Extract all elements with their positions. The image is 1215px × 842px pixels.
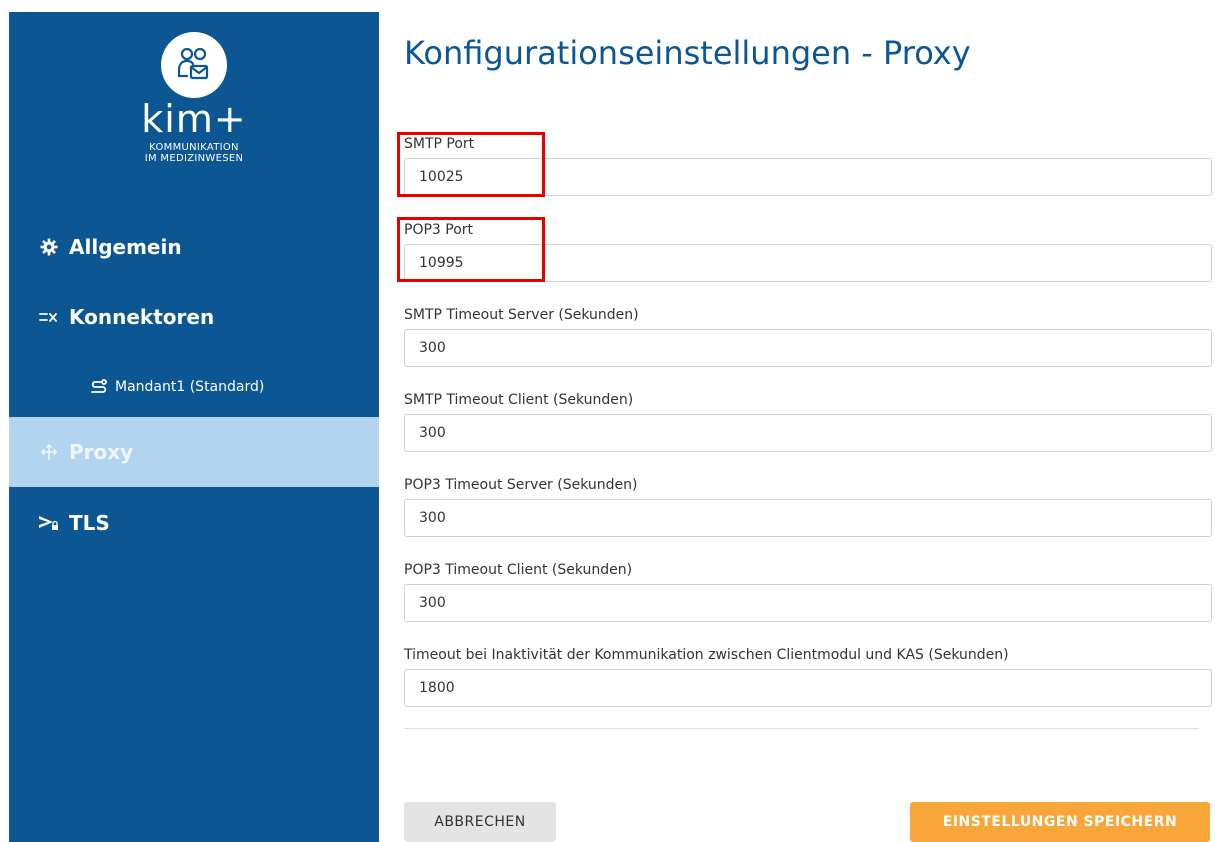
smtp-timeout-server-field: SMTP Timeout Server (Sekunden) <box>404 305 1214 367</box>
field-label: SMTP Port <box>404 136 475 152</box>
logo-wordmark: kim+ <box>141 97 247 141</box>
tls-icon <box>37 515 61 531</box>
field-label: POP3 Timeout Server (Sekunden) <box>404 477 638 493</box>
smtp-port-field: SMTP Port <box>404 134 1214 196</box>
page-title: Konfigurationseinstellungen - Proxy <box>404 34 971 72</box>
field-label: POP3 Port <box>404 222 474 238</box>
cancel-button[interactable]: ABBRECHEN <box>404 802 556 842</box>
sidebar-item-label: Konnektoren <box>69 305 215 329</box>
connector-icon <box>37 310 61 324</box>
pop3-timeout-server-input[interactable] <box>404 499 1212 537</box>
sidebar-item-mandant1[interactable]: Mandant1 (Standard) <box>9 362 379 412</box>
field-label: SMTP Timeout Client (Sekunden) <box>404 392 634 408</box>
field-label: Timeout bei Inaktivität der Kommunikatio… <box>404 647 1009 663</box>
pop3-port-field: POP3 Port <box>404 220 1214 282</box>
inactivity-timeout-input[interactable] <box>404 669 1212 707</box>
sidebar-item-proxy[interactable]: Proxy <box>9 417 379 487</box>
sidebar-item-label: Allgemein <box>69 235 182 259</box>
smtp-timeout-server-input[interactable] <box>404 329 1212 367</box>
smtp-timeout-client-input[interactable] <box>404 414 1212 452</box>
route-icon <box>89 379 109 395</box>
gear-icon <box>37 238 61 256</box>
pop3-port-input[interactable] <box>404 244 1212 282</box>
smtp-timeout-client-field: SMTP Timeout Client (Sekunden) <box>404 390 1214 452</box>
inactivity-timeout-field: Timeout bei Inaktivität der Kommunikatio… <box>404 645 1214 707</box>
sidebar-item-label: TLS <box>69 511 110 535</box>
pop3-timeout-client-field: POP3 Timeout Client (Sekunden) <box>404 560 1214 622</box>
divider <box>404 728 1199 729</box>
sidebar-item-label: Mandant1 (Standard) <box>115 379 265 395</box>
pop3-timeout-server-field: POP3 Timeout Server (Sekunden) <box>404 475 1214 537</box>
field-label: POP3 Timeout Client (Sekunden) <box>404 562 633 578</box>
sidebar: kim+ KOMMUNIKATION IM MEDIZINWESEN Allge… <box>9 12 379 842</box>
logo-subtitle: KOMMUNIKATION IM MEDIZINWESEN <box>9 142 379 164</box>
sidebar-item-allgemein[interactable]: Allgemein <box>9 212 379 282</box>
main-content: Konfigurationseinstellungen - Proxy SMTP… <box>397 0 1215 842</box>
pop3-timeout-client-input[interactable] <box>404 584 1212 622</box>
field-label: SMTP Timeout Server (Sekunden) <box>404 307 639 323</box>
sidebar-item-label: Proxy <box>69 440 134 464</box>
sidebar-item-tls[interactable]: TLS <box>9 488 379 558</box>
save-settings-button[interactable]: EINSTELLUNGEN SPEICHERN <box>910 802 1210 842</box>
app-logo: kim+ KOMMUNIKATION IM MEDIZINWESEN <box>9 32 379 164</box>
logo-subtitle-line2: IM MEDIZINWESEN <box>144 153 244 164</box>
logo-subtitle-line1: KOMMUNIKATION <box>149 142 239 153</box>
sidebar-item-konnektoren[interactable]: Konnektoren <box>9 282 379 352</box>
smtp-port-input[interactable] <box>404 158 1212 196</box>
proxy-icon <box>37 443 61 461</box>
people-mail-icon <box>161 32 227 98</box>
